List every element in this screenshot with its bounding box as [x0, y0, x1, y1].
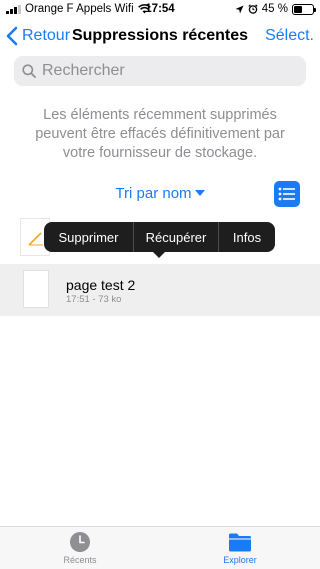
sort-button[interactable]: Tri par nom [0, 185, 320, 202]
select-button[interactable]: Sélect. [265, 27, 314, 45]
file-thumbnail [23, 270, 49, 308]
alarm-icon [248, 4, 258, 14]
tab-explorer[interactable]: Explorer [200, 531, 280, 565]
context-menu-arrow [152, 251, 166, 258]
folder-icon [229, 533, 251, 552]
caret-down-icon [194, 190, 205, 196]
tab-recents-label: Récents [63, 555, 97, 565]
context-menu: Supprimer Récupérer Infos [44, 222, 275, 252]
list-item[interactable]: page test 2 17:51 - 73 ko [0, 264, 320, 316]
battery-fill [294, 5, 303, 13]
search-icon [22, 64, 36, 78]
battery-icon [292, 3, 316, 15]
list-icon [278, 187, 295, 201]
tab-bar: Récents Explorer [0, 526, 320, 569]
file-name: page test 2 [66, 277, 136, 293]
battery-percent: 45 % [261, 3, 288, 15]
sort-label: Tri par nom [115, 185, 192, 202]
search-placeholder: Rechercher [42, 62, 125, 79]
menu-item-supprimer[interactable]: Supprimer [44, 222, 133, 252]
search-field[interactable]: Rechercher [14, 56, 306, 86]
file-meta: 17:51 - 73 ko [66, 294, 122, 305]
status-bar: Orange F Appels Wifi 17:54 45 % [0, 0, 320, 20]
info-text: Les éléments récemment supprimés peuvent… [35, 107, 285, 161]
menu-item-recuperer[interactable]: Récupérer [133, 222, 218, 252]
menu-item-infos[interactable]: Infos [218, 222, 275, 252]
list-view-button[interactable] [274, 181, 300, 207]
navigation-bar: Retour Suppressions récentes Sélect. [0, 20, 320, 54]
tab-recents[interactable]: Récents [40, 531, 120, 565]
location-arrow-icon [235, 5, 244, 13]
tab-explorer-label: Explorer [223, 555, 257, 565]
status-right: 45 % [235, 3, 316, 15]
clock-icon [70, 532, 90, 552]
